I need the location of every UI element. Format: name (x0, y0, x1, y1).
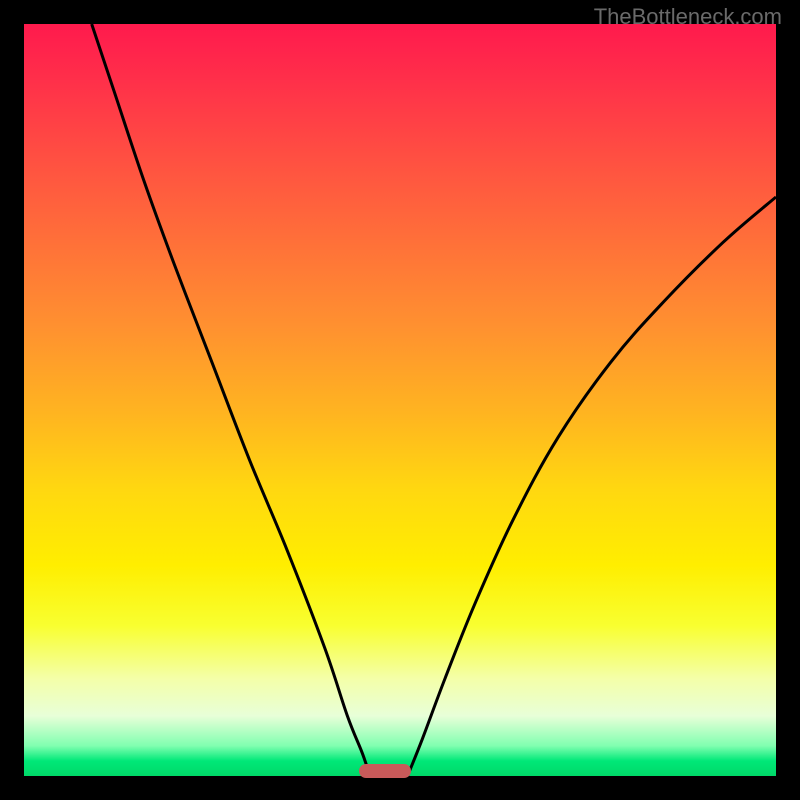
bottleneck-marker (359, 764, 412, 778)
watermark-text: TheBottleneck.com (594, 4, 782, 30)
chart-plot-area (24, 24, 776, 776)
curve-overlay (24, 24, 776, 776)
right-curve (408, 197, 776, 776)
left-curve (92, 24, 370, 776)
